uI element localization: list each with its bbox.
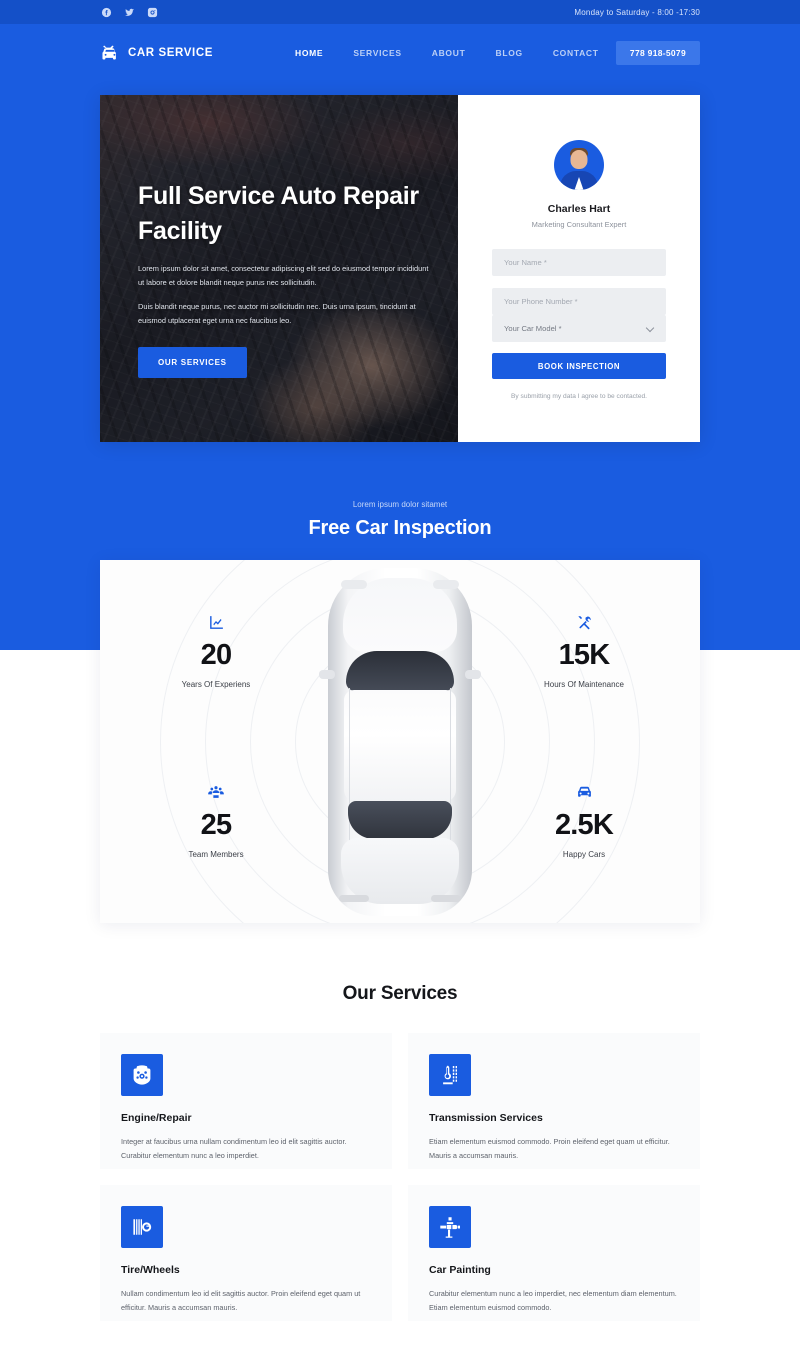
stat-hours-maintenance: 15K Hours Of Maintenance <box>514 612 654 689</box>
car-icon <box>514 782 654 802</box>
services-title: Our Services <box>342 983 458 1004</box>
taillight-right <box>431 894 461 902</box>
service-card-transmission-services[interactable]: Transmission Services Etiam elementum eu… <box>408 1033 700 1169</box>
car-model-select[interactable]: Your Car Model * <box>492 315 666 342</box>
car-logo-icon <box>100 44 120 62</box>
service-description: Integer at faucibus urna nullam condimen… <box>121 1137 347 1160</box>
stat-value: 20 <box>200 639 232 671</box>
car-model-value: Your Car Model * <box>504 324 562 333</box>
consultant-name: Charles Hart <box>547 203 611 215</box>
phone-button[interactable]: 778 918-5079 <box>615 41 700 65</box>
stat-team-members: 25 Team Members <box>146 782 286 859</box>
phone-input[interactable] <box>492 288 666 315</box>
stat-label: Happy Cars <box>562 850 606 859</box>
mirror-left <box>319 669 335 679</box>
service-name: Car Painting <box>429 1264 491 1276</box>
chart-line-icon <box>146 612 286 632</box>
nav-item-home[interactable]: HOME <box>295 48 323 58</box>
consent-text: By submitting my data I agree to be cont… <box>511 393 647 400</box>
gearshift-icon <box>429 1054 471 1096</box>
people-group-icon <box>146 782 286 802</box>
service-card-tire-wheels[interactable]: Tire/Wheels Nullam condimentum leo id el… <box>100 1185 392 1321</box>
topbar: Monday to Saturday - 8:00 -17:30 <box>0 0 800 24</box>
windshield <box>346 650 454 691</box>
service-name: Transmission Services <box>429 1112 543 1124</box>
engine-icon <box>121 1054 163 1096</box>
nav-item-services[interactable]: SERVICES <box>353 48 401 58</box>
hero-paragraph-2: Duis blandit neque purus, nec auctor mi … <box>138 302 416 326</box>
nav-item-about[interactable]: ABOUT <box>432 48 466 58</box>
stat-value: 25 <box>200 809 232 841</box>
hero-image-panel: Full Service Auto Repair Facility Lorem … <box>100 95 458 442</box>
hero-section: Full Service Auto Repair Facility Lorem … <box>100 95 700 442</box>
taillight-left <box>339 894 369 902</box>
stat-label: Years Of Experiens <box>181 680 251 689</box>
service-description: Curabitur elementum nunc a leo imperdiet… <box>429 1289 677 1312</box>
service-description: Nullam condimentum leo id elit sagittis … <box>121 1289 361 1312</box>
service-card-engine-repair[interactable]: Engine/Repair Integer at faucibus urna n… <box>100 1033 392 1169</box>
car-topdown-illustration <box>319 567 481 916</box>
nav-item-contact[interactable]: CONTACT <box>553 48 599 58</box>
booking-form-card: Charles Hart Marketing Consultant Expert… <box>458 95 700 442</box>
headlight-right <box>433 579 459 589</box>
business-hours: Monday to Saturday - 8:00 -17:30 <box>574 7 700 17</box>
name-input[interactable] <box>492 249 666 276</box>
main-navbar: CAR SERVICE HOME SERVICES ABOUT BLOG CON… <box>0 24 800 82</box>
inspection-eyebrow: Lorem ipsum dolor sitamet <box>352 500 448 509</box>
service-card-car-painting[interactable]: Car Painting Curabitur elementum nunc a … <box>408 1185 700 1321</box>
stat-value: 15K <box>558 639 611 671</box>
headlight-left <box>341 579 367 589</box>
services-grid: Engine/Repair Integer at faucibus urna n… <box>100 1033 700 1321</box>
consultant-role: Marketing Consultant Expert <box>531 220 627 229</box>
spray-gun-icon <box>429 1206 471 1248</box>
book-inspection-button[interactable]: BOOK INSPECTION <box>492 353 666 379</box>
hero-paragraph-1: Lorem ipsum dolor sit amet, consectetur … <box>138 264 429 287</box>
avatar-head <box>570 150 588 169</box>
mirror-right <box>465 669 481 679</box>
stat-label: Team Members <box>188 850 244 859</box>
stat-years-experience: 20 Years Of Experiens <box>146 612 286 689</box>
rear-windshield <box>348 800 452 839</box>
tools-icon <box>514 612 654 632</box>
brand-name: CAR SERVICE <box>128 47 213 59</box>
brand-logo[interactable]: CAR SERVICE <box>100 44 213 62</box>
car-roof <box>344 689 456 802</box>
instagram-icon[interactable] <box>146 6 159 19</box>
stat-value: 2.5K <box>554 809 614 841</box>
nav-item-blog[interactable]: BLOG <box>495 48 522 58</box>
landing-page: Monday to Saturday - 8:00 -17:30 CAR SER… <box>0 0 800 1361</box>
service-name: Engine/Repair <box>121 1112 192 1124</box>
social-links <box>100 6 159 19</box>
our-services-button[interactable]: OUR SERVICES <box>138 346 247 378</box>
nav-links: HOME SERVICES ABOUT BLOG CONTACT <box>295 48 599 58</box>
facebook-icon[interactable] <box>100 6 113 19</box>
service-name: Tire/Wheels <box>121 1264 180 1276</box>
inspection-title: Free Car Inspection <box>308 517 492 539</box>
twitter-icon[interactable] <box>123 6 136 19</box>
hero-content: Full Service Auto Repair Facility Lorem … <box>138 179 430 378</box>
car-hood <box>343 577 457 652</box>
car-door-line-right <box>450 687 451 848</box>
hero-title: Full Service Auto Repair Facility <box>138 182 419 245</box>
avatar <box>554 140 604 190</box>
stat-happy-cars: 2.5K Happy Cars <box>514 782 654 859</box>
service-description: Etiam elementum euismod commodo. Proin e… <box>429 1137 670 1160</box>
car-model-select-wrapper: Your Car Model * <box>492 315 666 342</box>
tire-icon <box>121 1206 163 1248</box>
stat-label: Hours Of Maintenance <box>543 680 625 689</box>
